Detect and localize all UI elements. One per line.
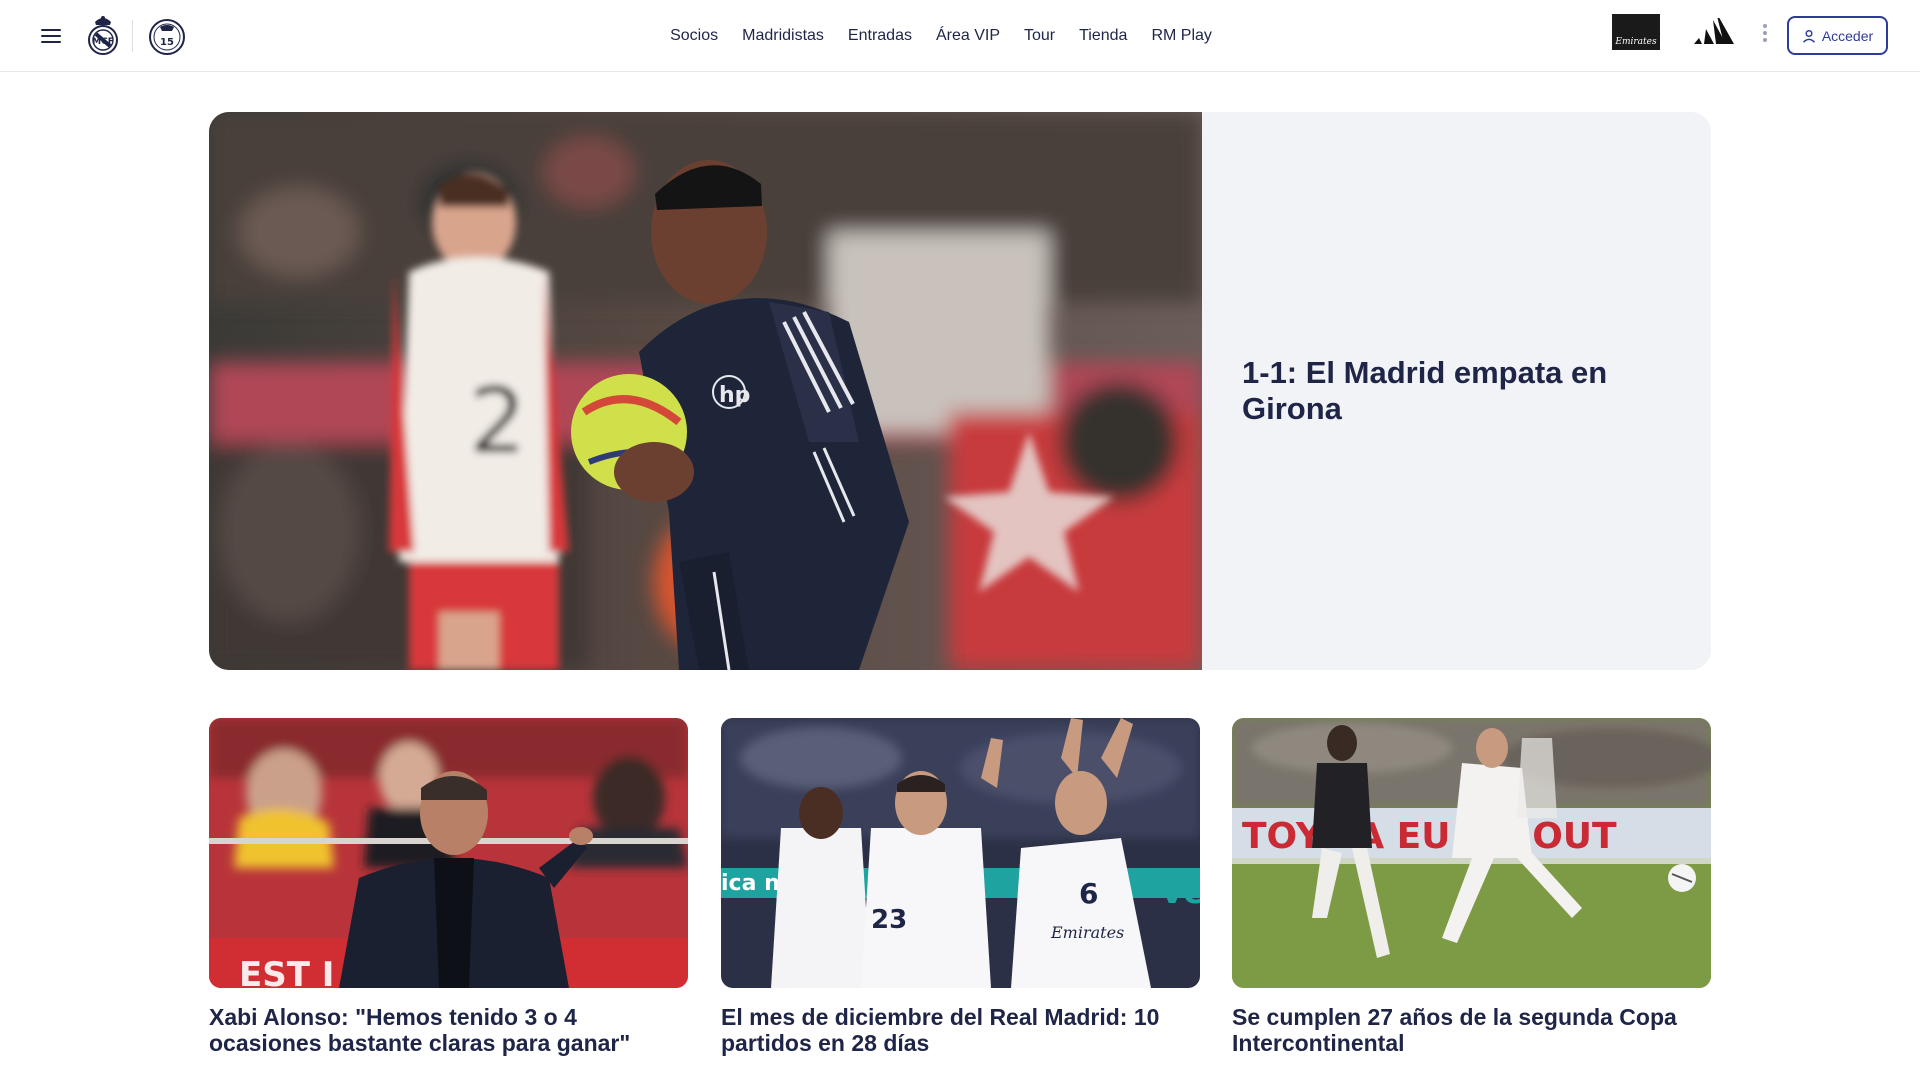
svg-text:TOY TA EU N/SOUT: TOY TA EU N/SOUT: [1242, 816, 1617, 857]
svg-text:6: 6: [1079, 877, 1098, 910]
login-button[interactable]: Acceder: [1787, 16, 1888, 55]
svg-text:hp: hp: [719, 383, 750, 408]
news-card-photo: TOY TA EU N/SOUT: [1232, 718, 1711, 988]
emirates-logo-text: Emirates: [1615, 37, 1657, 47]
news-card[interactable]: ica nic ve 23 6 Emirates El mes de dicie…: [721, 718, 1200, 1056]
news-card-title[interactable]: Xabi Alonso: "Hemos tenido 3 o 4 ocasion…: [209, 1004, 688, 1056]
hero-title[interactable]: 1-1: El Madrid empata en Girona: [1242, 355, 1662, 427]
news-card-title[interactable]: El mes de diciembre del Real Madrid: 10 …: [721, 1004, 1200, 1056]
login-label: Acceder: [1821, 27, 1874, 44]
nav-item-entradas[interactable]: Entradas: [848, 27, 912, 45]
menu-icon[interactable]: [38, 24, 66, 48]
user-icon: [1802, 29, 1815, 43]
news-card[interactable]: EST I M Xabi Alonso: "Hemos tenido 3 o 4…: [209, 718, 688, 1056]
news-card-title[interactable]: Se cumplen 27 años de la segunda Copa In…: [1232, 1004, 1711, 1056]
header-divider: [132, 20, 133, 52]
site-header: MCF 15 Socios Madridistas Entradas Área …: [0, 0, 1920, 72]
svg-text:MCF: MCF: [92, 37, 114, 47]
club-crest-icon[interactable]: MCF: [86, 14, 120, 56]
nav-item-tour[interactable]: Tour: [1024, 27, 1055, 45]
svg-text:ve: ve: [1161, 872, 1200, 912]
nav-item-rm-play[interactable]: RM Play: [1151, 27, 1211, 45]
nav-item-madridistas[interactable]: Madridistas: [742, 27, 824, 45]
more-vertical-icon[interactable]: [1760, 22, 1770, 48]
svg-text:2: 2: [469, 369, 526, 474]
hero-article[interactable]: 2 hp 1-1: El Madrid empata en Girona: [209, 112, 1711, 670]
nav-item-tienda[interactable]: Tienda: [1079, 27, 1127, 45]
nav-item-area-vip[interactable]: Área VIP: [936, 27, 1000, 45]
emirates-logo[interactable]: Emirates: [1612, 14, 1660, 50]
nav-item-socios[interactable]: Socios: [670, 27, 718, 45]
news-card-photo: EST I M: [209, 718, 688, 988]
hero-photo: 2 hp: [209, 112, 1202, 670]
news-card-photo: ica nic ve 23 6 Emirates: [721, 718, 1200, 988]
badge-number: 15: [160, 37, 174, 48]
svg-text:23: 23: [871, 905, 907, 935]
fifteen-cups-badge-icon[interactable]: 15: [148, 18, 186, 56]
news-card[interactable]: TOY TA EU N/SOUT Se cumplen 27 años de l…: [1232, 718, 1711, 1056]
adidas-logo[interactable]: [1692, 18, 1740, 46]
svg-text:Emirates: Emirates: [1050, 923, 1124, 942]
